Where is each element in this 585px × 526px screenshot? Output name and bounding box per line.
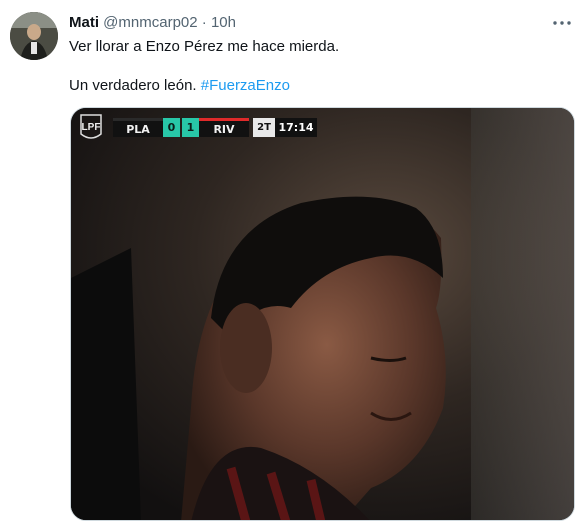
- tweet-media[interactable]: LPF PLA 0 1 RIV 2T 17:14: [70, 107, 575, 521]
- league-logo-text: LPF: [81, 122, 101, 133]
- league-logo: LPF: [80, 114, 102, 142]
- avatar[interactable]: [10, 12, 58, 60]
- avatar-image: [10, 12, 58, 60]
- tweet-text-line-1: Ver llorar a Enzo Pérez me hace mierda.: [69, 38, 340, 55]
- home-team: PLA: [113, 118, 163, 137]
- timestamp[interactable]: 10h: [211, 14, 236, 31]
- home-score: 0: [163, 118, 180, 137]
- separator: ·: [201, 14, 207, 31]
- author-handle[interactable]: @mnmcarp02: [103, 14, 197, 31]
- tweet-header: Mati @mnmcarp02 · 10h: [69, 13, 236, 33]
- author-name[interactable]: Mati: [69, 14, 99, 31]
- more-button[interactable]: [552, 13, 572, 33]
- hashtag-link[interactable]: #FuerzaEnzo: [201, 77, 290, 94]
- away-team: RIV: [199, 118, 249, 137]
- more-horizontal-icon: [553, 21, 571, 25]
- tweet[interactable]: Mati @mnmcarp02 · 10h Ver llorar a Enzo …: [0, 0, 585, 526]
- away-score: 1: [182, 118, 199, 137]
- match-clock: 17:14: [275, 118, 317, 137]
- tweet-text: Un verdadero león.: [69, 77, 201, 94]
- scorebug: PLA 0 1 RIV 2T 17:14: [113, 118, 317, 137]
- match-period: 2T: [253, 118, 275, 137]
- media-photo: [71, 108, 574, 520]
- tweet-text-line-2: Un verdadero león. #FuerzaEnzo: [69, 76, 290, 96]
